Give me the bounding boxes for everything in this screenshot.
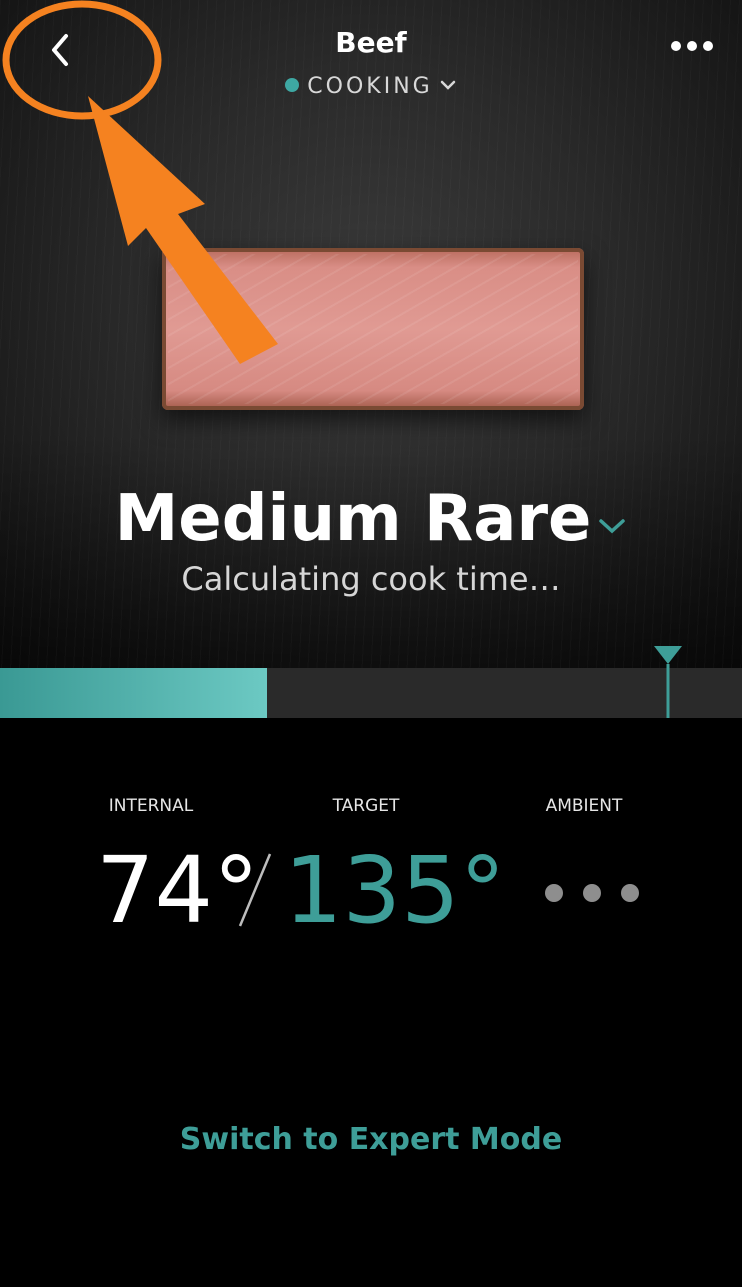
chevron-down-icon [597,477,627,551]
target-temp-value[interactable]: 135° [284,836,506,946]
cook-progress-bar [0,668,742,718]
annotation-arrow-overlay [2,0,278,364]
annotation-circle [2,0,162,120]
internal-temp-label: INTERNAL [108,796,194,816]
annotation-arrow [88,96,278,364]
switch-expert-mode-link[interactable]: Switch to Expert Mode [0,1122,742,1157]
cook-screen: Beef COOKING Medium Rare Calculating coo… [0,0,742,1287]
temp-divider [238,853,272,927]
ambient-temp-label: AMBIENT [545,796,623,816]
loading-dots-icon [530,876,650,910]
target-marker [653,644,683,718]
doneness-dropdown[interactable]: Medium Rare [0,482,742,559]
doneness-label: Medium Rare [114,482,592,556]
progress-fill [0,668,268,718]
cook-time-status: Calculating cook time… [181,560,561,598]
target-temp-label: TARGET [332,796,400,816]
